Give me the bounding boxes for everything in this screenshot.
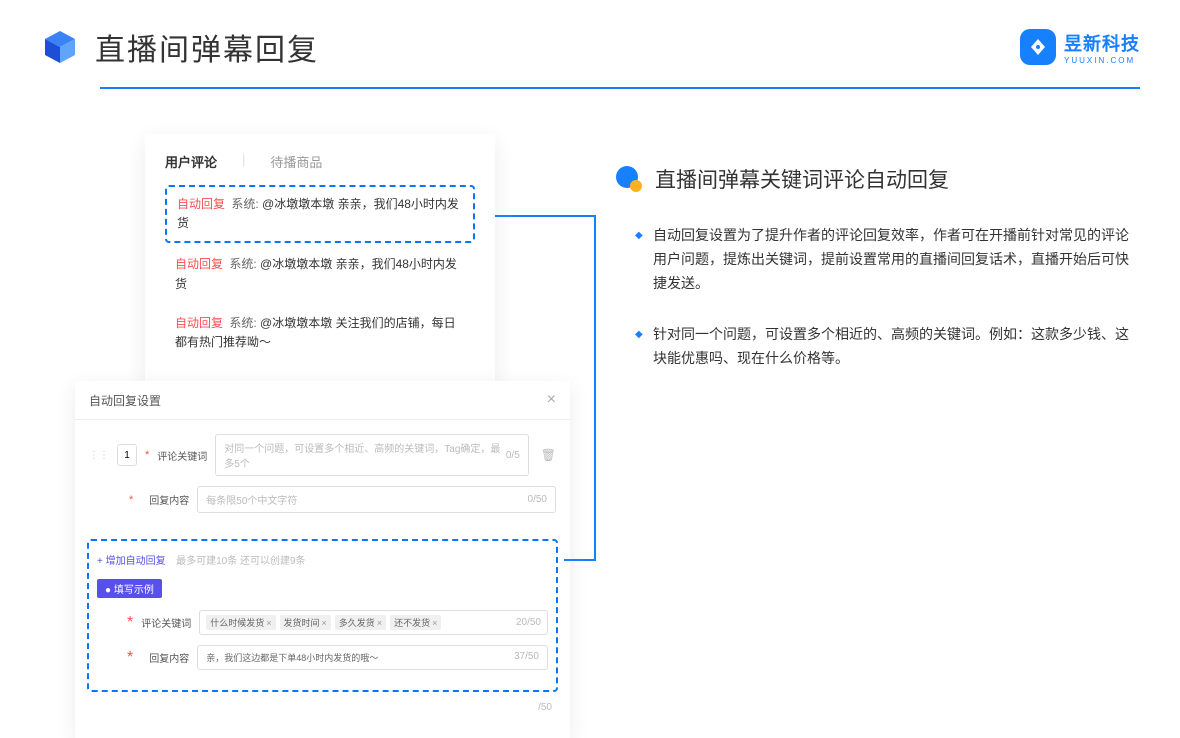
tab-comments[interactable]: 用户评论 [165,152,217,171]
example-content-input[interactable]: 亲，我们这边都是下单48小时内发货的哦～ 37/50 [197,645,548,670]
keyword-label: 评论关键词 [157,448,207,463]
settings-title: 自动回复设置 [89,392,161,409]
tag-item[interactable]: 什么时候发货× [206,615,275,630]
section-title: 直播间弹幕关键词评论自动回复 [655,164,949,194]
tag-item[interactable]: 多久发货× [335,615,386,630]
add-auto-reply-link[interactable]: + 增加自动回复 [97,556,166,567]
tag-item[interactable]: 还不发货× [390,615,441,630]
tab-products[interactable]: 待播商品 [270,152,322,171]
comments-panel: 用户评论 | 待播商品 自动回复 系统: @冰墩墩本墩 亲亲，我们48小时内发货… [145,134,495,389]
auto-reply-tag: 自动回复 [175,257,223,271]
required-star: * [127,614,133,632]
bullet-item: 自动回复设置为了提升作者的评论回复效率，作者可在开播前针对常见的评论用户问题，提… [635,224,1140,295]
required-star: * [129,494,133,506]
brand-name: 昱新科技 [1064,30,1140,56]
content-label: 回复内容 [141,492,189,507]
add-hint: 最多可建10条 还可以创建9条 [176,556,305,567]
comment-row: 自动回复 系统: @冰墩墩本墩 关注我们的店铺，每日都有热门推荐呦～ [165,306,475,360]
example-section: + 增加自动回复 最多可建10条 还可以创建9条 ● 填写示例 * 评论关键词 … [87,539,558,692]
example-keyword-input[interactable]: 什么时候发货× 发货时间× 多久发货× 还不发货× 20/50 [199,610,548,635]
required-star: * [145,449,149,461]
keyword-input[interactable]: 对同一个问题，可设置多个相近、高频的关键词，Tag确定，最多5个 0/5 [215,434,528,476]
comment-row: 自动回复 系统: @冰墩墩本墩 亲亲，我们48小时内发货 [165,247,475,301]
trash-icon[interactable]: 🗑 [537,448,556,462]
page-title: 直播间弹幕回复 [95,25,319,69]
close-icon[interactable]: × [547,391,556,409]
bullet-item: 针对同一个问题，可设置多个相近的、高频的关键词。例如：这款多少钱、这块能优惠吗、… [635,323,1140,371]
brand-icon [1020,29,1056,65]
comment-row-highlighted: 自动回复 系统: @冰墩墩本墩 亲亲，我们48小时内发货 [165,185,475,243]
brand-logo: 昱新科技 YUUXIN.COM [1020,29,1140,65]
index-box: 1 [117,444,137,466]
orphan-counter: /50 [538,702,552,713]
chat-bubble-icon [615,165,643,193]
cube-icon [40,27,80,67]
content-input[interactable]: 每条限50个中文字符 0/50 [197,486,556,513]
drag-handle-icon[interactable]: ⋮⋮ [89,450,109,461]
example-keyword-label: 评论关键词 [141,615,191,630]
auto-reply-tag: 自动回复 [177,197,225,211]
tag-item[interactable]: 发货时间× [280,615,331,630]
auto-reply-tag: 自动回复 [175,316,223,330]
brand-domain: YUUXIN.COM [1064,56,1140,65]
example-content-label: 回复内容 [141,650,189,665]
example-chip: ● 填写示例 [97,579,162,598]
tab-separator: | [242,152,245,171]
settings-panel: 自动回复设置 × ⋮⋮ 1 * 评论关键词 对同一个问题，可设置多个相近、高频的… [75,381,570,738]
